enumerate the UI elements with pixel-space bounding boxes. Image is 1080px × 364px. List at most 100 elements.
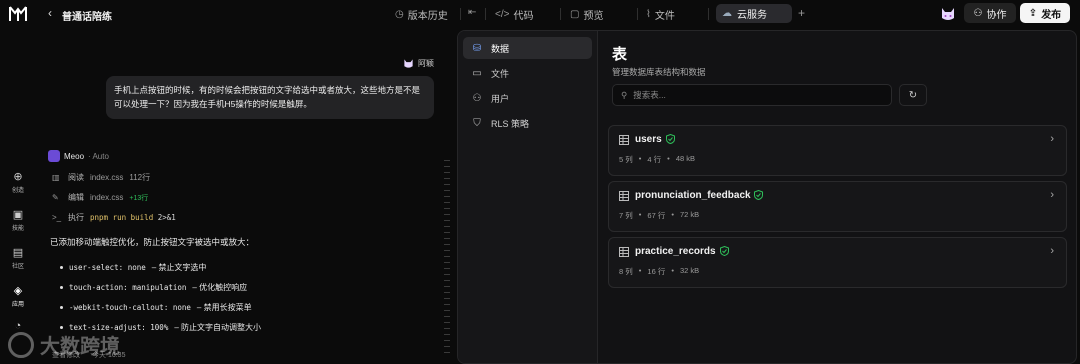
- action-edit[interactable]: ✎ 编辑 index.css +13行: [52, 192, 148, 203]
- publish-button[interactable]: ⇪ 发布: [1020, 3, 1070, 23]
- community-icon: ▤: [12, 247, 24, 259]
- table-size: 72 kB: [679, 210, 700, 219]
- command-rest: 2>&1: [157, 213, 176, 222]
- chevron-right-icon: ›: [1050, 245, 1054, 257]
- rail-item-apps[interactable]: ◈ 应用: [4, 284, 32, 308]
- action-label: 执行: [68, 213, 84, 222]
- shield-check-icon: [754, 190, 763, 200]
- rail-label: 技能: [11, 226, 24, 232]
- chevron-right-icon: ›: [1050, 133, 1054, 145]
- bullet-desc: – 防止文字自动调整大小: [174, 323, 262, 332]
- column-count: 7 列: [619, 211, 633, 220]
- table-card-practice-records[interactable]: practice_records 8 列 • 16 行 • 32 kB ›: [608, 237, 1067, 288]
- action-command: pnpm run build 2>&1: [90, 213, 176, 222]
- chevron-right-icon: ›: [1050, 189, 1054, 201]
- action-read[interactable]: ▥ 阅读 index.css 112行: [52, 172, 150, 183]
- list-item: touch-action: manipulation – 优化触控响应: [60, 282, 247, 293]
- row-count: 4 行: [647, 155, 662, 164]
- sidebar-item-label: 文件: [491, 68, 510, 79]
- divider: [637, 8, 638, 20]
- search-box[interactable]: ⚲: [612, 84, 892, 106]
- table-size: 48 kB: [675, 154, 695, 163]
- action-exec[interactable]: >_ 执行 pnpm run build 2>&1: [52, 212, 176, 223]
- table-meta: 5 列 • 4 行 • 48 kB: [619, 154, 695, 164]
- scroll-ticks[interactable]: [444, 160, 450, 360]
- table-meta: 8 列 • 16 行 • 32 kB: [619, 266, 700, 276]
- command-main: pnpm run build: [90, 213, 154, 222]
- table-card-users[interactable]: users 5 列 • 4 行 • 48 kB ›: [608, 125, 1067, 176]
- user-avatar: [404, 59, 413, 68]
- assistant-mode: · Auto: [88, 151, 109, 161]
- collapse-left-icon: ⇤: [468, 7, 477, 18]
- table-size: 32 kB: [679, 266, 700, 275]
- action-meta: 112行: [129, 173, 151, 182]
- add-user-icon: ⚇: [973, 7, 983, 19]
- action-meta: +13行: [129, 194, 149, 202]
- divider: [560, 8, 561, 20]
- top-bar: ‹ 普通话陪练 ◷ 版本历史 ⇤ </> 代码 ▢ 预览 ⌇ 文件 ☁ 云服务 …: [0, 0, 1080, 28]
- rail-label: 创造: [11, 188, 24, 194]
- add-tab-icon[interactable]: +: [798, 6, 805, 20]
- user-icon: ⚇: [472, 92, 482, 104]
- app-logo-icon[interactable]: [8, 4, 28, 24]
- sidebar-item-label: 用户: [491, 93, 510, 104]
- folder-icon: ▭: [472, 67, 482, 79]
- table-icon: [619, 135, 629, 145]
- panel-main: 表 管理数据库表结构和数据 ⚲ ↻ users 5 列• 4 行• 48 kB …: [599, 31, 1076, 363]
- assistant-summary: 已添加移动端触控优化，防止按钮文字被选中或放大：: [50, 237, 255, 247]
- divider: [460, 8, 461, 20]
- divider: [708, 8, 709, 20]
- table-meta: 7 列 • 67 行 • 72 kB: [619, 210, 700, 220]
- tab-files-label: 文件: [654, 11, 675, 22]
- tab-cloud-service[interactable]: ☁ 云服务: [716, 4, 792, 23]
- bullet-dot: [60, 306, 63, 309]
- version-history-label: 版本历史: [407, 11, 448, 22]
- table-icon: [619, 247, 629, 257]
- table-name: practice_records: [635, 246, 716, 257]
- preview-icon: ▢: [570, 9, 580, 20]
- rail-label: 社区: [11, 264, 24, 270]
- panel-sidebar: ⛁ 数据 ▭ 文件 ⚇ 用户 ⛉ RLS 策略: [458, 31, 598, 363]
- assistant-logo-icon: [48, 150, 60, 162]
- sidebar-item-data[interactable]: ⛁ 数据: [463, 37, 592, 59]
- list-item: user-select: none – 禁止文字选中: [60, 262, 206, 273]
- table-name: users: [635, 134, 662, 145]
- version-history-button[interactable]: ◷ 版本历史: [395, 7, 448, 22]
- collaborate-button[interactable]: ⚇ 协作: [964, 3, 1016, 23]
- cloud-icon: ☁: [722, 8, 732, 19]
- publish-label: 发布: [1041, 9, 1062, 21]
- collapse-panel-button[interactable]: ⇤: [468, 7, 476, 18]
- sidebar-item-rls[interactable]: ⛉ RLS 策略: [463, 112, 592, 134]
- table-card-pronunciation-feedback[interactable]: pronunciation_feedback 7 列 • 67 行 • 72 kB …: [608, 181, 1067, 232]
- bullet-desc: – 禁用长按菜单: [196, 303, 252, 312]
- table-icon: [619, 191, 629, 201]
- sidebar-item-label: 数据: [491, 43, 510, 54]
- back-chevron-icon[interactable]: ‹: [48, 6, 52, 20]
- cube-icon: ◈: [13, 285, 23, 297]
- page-title: 普通话陪练: [62, 12, 112, 23]
- rail-item-skills[interactable]: ▣ 技能: [4, 208, 32, 232]
- watermark: 大数跨境: [8, 330, 120, 359]
- terminal-icon: >_: [52, 213, 62, 222]
- search-input[interactable]: [633, 90, 874, 100]
- watermark-logo-icon: [8, 331, 34, 358]
- watermark-text: 大数跨境: [40, 336, 120, 358]
- search-icon: ⚲: [621, 89, 628, 100]
- bullet-dot: [60, 266, 63, 269]
- edit-icon: ✎: [52, 193, 59, 202]
- tab-preview[interactable]: ▢ 预览: [570, 7, 603, 22]
- tab-code[interactable]: </> 代码: [495, 7, 533, 22]
- cloud-service-panel: ⛁ 数据 ▭ 文件 ⚇ 用户 ⛉ RLS 策略 表 管理数据库表结构和数据 ⚲ …: [457, 30, 1077, 364]
- sidebar-item-users[interactable]: ⚇ 用户: [463, 87, 592, 109]
- bullet-desc: – 禁止文字选中: [151, 263, 207, 272]
- user-message-bubble: 手机上点按钮的时候，有的时候会把按钮的文字给选中或者放大，这些地方是不是可以处理…: [106, 76, 434, 119]
- tab-files[interactable]: ⌇ 文件: [646, 7, 675, 22]
- rail-item-create[interactable]: ⊕ 创造: [4, 170, 32, 194]
- rail-item-community[interactable]: ▤ 社区: [4, 246, 32, 270]
- refresh-button[interactable]: ↻: [899, 84, 927, 106]
- divider: [485, 8, 486, 20]
- sidebar-item-files[interactable]: ▭ 文件: [463, 62, 592, 84]
- tab-preview-label: 预览: [583, 11, 604, 22]
- assistant-header: Meoo · Auto: [48, 150, 109, 162]
- user-avatar[interactable]: [940, 6, 956, 22]
